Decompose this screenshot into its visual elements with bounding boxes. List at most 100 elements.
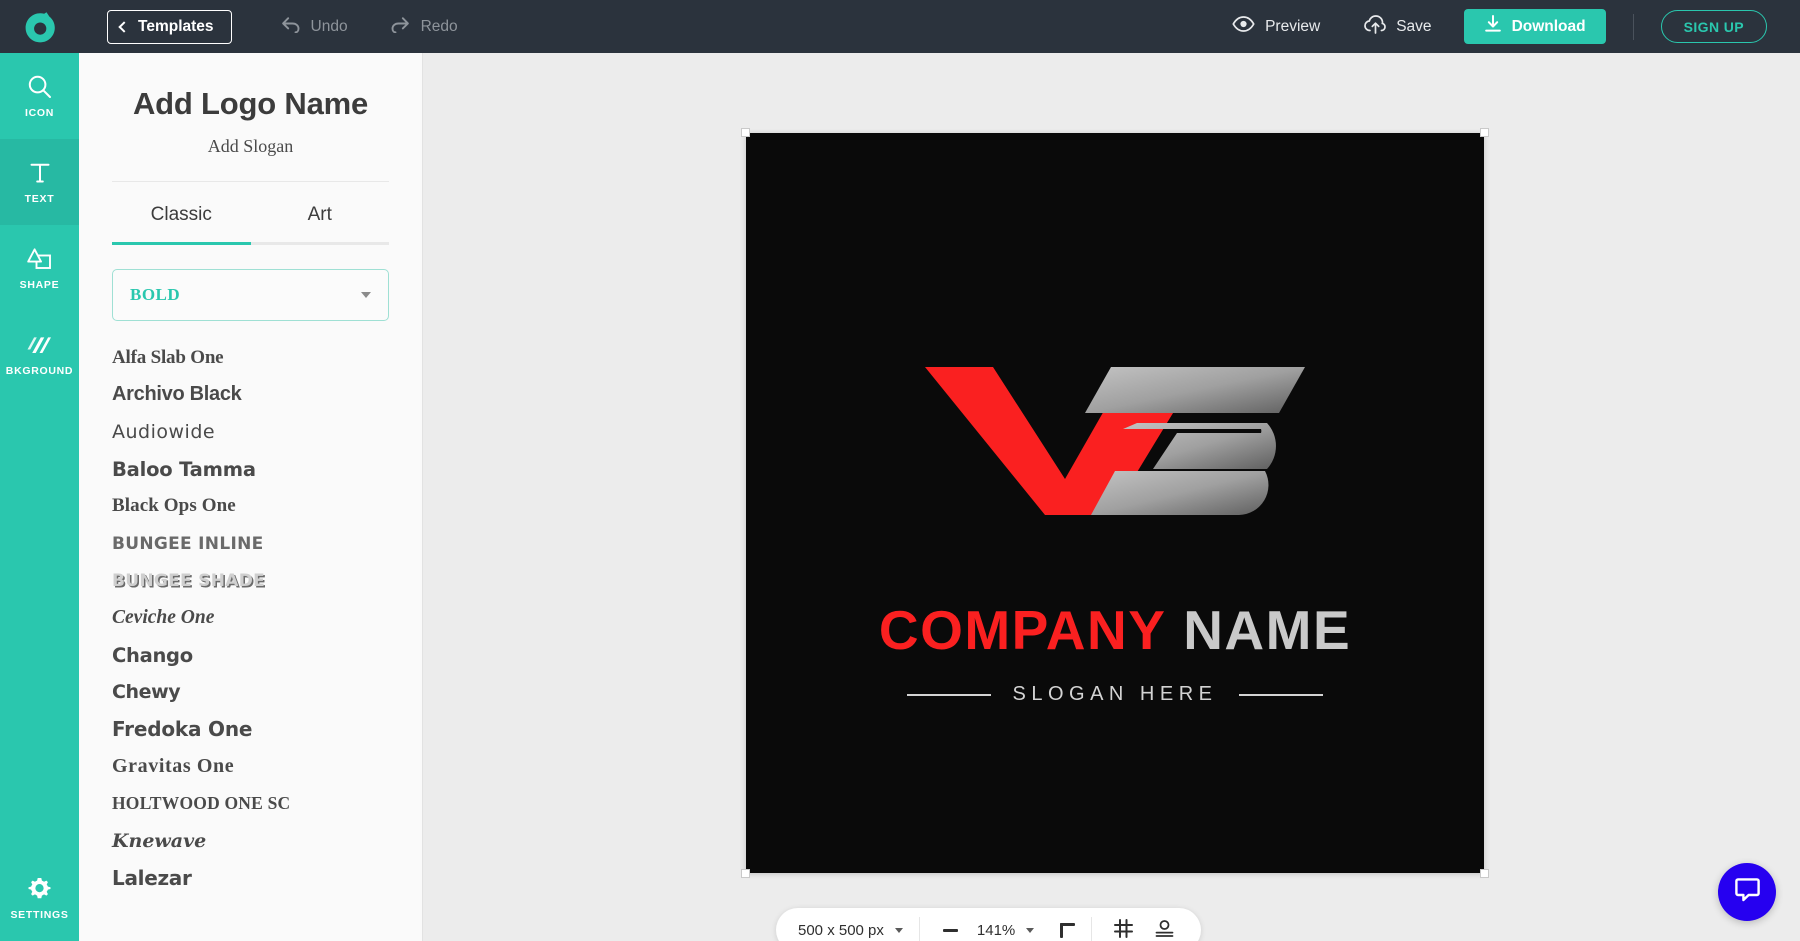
gear-icon [27, 876, 52, 902]
cloud-upload-icon [1364, 14, 1387, 39]
canvas-wrapper[interactable]: COMPANY NAME SLOGAN HERE [741, 128, 1489, 878]
panel-tabs: Classic Art [112, 182, 389, 242]
redo-button[interactable]: Redo [390, 16, 458, 38]
font-list[interactable]: Alfa Slab One Archivo Black Audiowide Baloo… [79, 339, 422, 899]
chevron-down-icon [361, 292, 371, 298]
slogan-text: SLOGAN HERE [1012, 683, 1218, 705]
toolbar-divider [1632, 13, 1634, 40]
canvas-bottom-toolbar: 500 x 500 px 141% [776, 908, 1202, 941]
sidebar-item-settings[interactable]: SETTINGS [0, 855, 79, 941]
company-name-part1: COMPANY [878, 599, 1167, 661]
vs-monogram[interactable] [915, 361, 1315, 521]
font-list-item[interactable]: Archivo Black [112, 376, 422, 413]
logo-slogan-field[interactable]: Add Slogan [79, 136, 422, 157]
font-list-item[interactable]: HOLTWOOD ONE SC [112, 785, 422, 822]
view-controls [1092, 908, 1195, 941]
top-toolbar: Templates Undo Redo Preview Save Downloa… [0, 0, 1800, 53]
logo-canvas[interactable]: COMPANY NAME SLOGAN HERE [746, 133, 1484, 873]
font-list-item[interactable]: Gravitas One [112, 748, 422, 785]
redo-icon [390, 16, 411, 38]
tab-art[interactable]: Art [251, 182, 390, 242]
tab-classic[interactable]: Classic [112, 182, 251, 242]
shapes-icon [27, 246, 52, 272]
left-rail: ICON TEXT SHAPE BKGROUND SETTINGS [0, 53, 79, 941]
save-button[interactable]: Save [1364, 14, 1432, 39]
logo-name-field[interactable]: Add Logo Name [79, 86, 422, 122]
sidebar-item-text-label: TEXT [24, 192, 55, 205]
zoom-chevron-down-icon[interactable] [1026, 927, 1035, 933]
workspace: COMPANY NAME SLOGAN HERE 500 x 500 px 14… [423, 53, 1800, 941]
font-style-select[interactable]: BOLD [112, 269, 389, 321]
sidebar-item-bkground-label: BKGROUND [5, 364, 74, 377]
resize-handle-top-left[interactable] [741, 128, 750, 137]
chat-support-button[interactable] [1718, 863, 1776, 921]
undo-label: Undo [310, 17, 348, 35]
font-list-item[interactable]: Fredoka One [112, 711, 422, 748]
font-list-item[interactable]: Alfa Slab One [112, 339, 422, 376]
templates-button-label: Templates [138, 17, 214, 35]
font-list-item[interactable]: Ceviche One [112, 599, 422, 636]
hatch-icon [27, 332, 52, 358]
font-list-item[interactable]: Chango [112, 637, 422, 674]
chevron-left-icon [118, 20, 130, 33]
sidebar-item-settings-label: SETTINGS [10, 908, 69, 921]
text-panel: Add Logo Name Add Slogan Classic Art BOL… [79, 53, 423, 941]
slogan-rule-right [1239, 693, 1324, 696]
font-list-item[interactable]: Black Ops One [112, 488, 422, 525]
sidebar-item-icon[interactable]: ICON [0, 53, 79, 139]
font-list-item[interactable]: Lily Script One [112, 897, 422, 899]
slogan-row[interactable]: SLOGAN HERE [746, 683, 1484, 706]
slogan-rule-left [906, 693, 991, 696]
app-root: Templates Undo Redo Preview Save Downloa… [0, 0, 1800, 941]
plus-icon [1053, 922, 1076, 938]
download-label: Download [1511, 17, 1586, 35]
text-t-icon [28, 160, 52, 186]
download-icon [1484, 15, 1502, 38]
canvas-size-value: 500 x 500 px [798, 921, 884, 939]
font-list-item[interactable]: Audiowide [112, 413, 422, 450]
sidebar-item-shape[interactable]: SHAPE [0, 225, 79, 311]
save-label: Save [1396, 17, 1432, 35]
rail-bottom-group: SETTINGS [0, 855, 79, 941]
undo-button[interactable]: Undo [280, 16, 348, 38]
sidebar-item-icon-label: ICON [24, 106, 55, 119]
zoom-in-button[interactable] [1045, 915, 1076, 941]
app-logo-icon[interactable] [0, 0, 79, 53]
preview-button[interactable]: Preview [1232, 16, 1320, 37]
download-button[interactable]: Download [1463, 9, 1606, 44]
redo-label: Redo [420, 17, 458, 35]
sidebar-item-shape-label: SHAPE [19, 278, 60, 291]
zoom-out-button[interactable] [936, 915, 966, 941]
eye-icon [1232, 16, 1255, 37]
zoom-value: 141% [976, 921, 1016, 939]
font-style-value: BOLD [130, 285, 181, 304]
grid-toggle-button[interactable] [1108, 915, 1138, 941]
sidebar-item-bkground[interactable]: BKGROUND [0, 311, 79, 397]
align-bottom-icon [1155, 919, 1174, 941]
sidebar-item-text[interactable]: TEXT [0, 139, 79, 225]
font-list-item[interactable]: Baloo Tamma [112, 451, 422, 488]
zoom-controls: 141% [920, 908, 1091, 941]
minus-icon [943, 928, 959, 932]
grid-icon [1113, 919, 1133, 941]
resize-handle-bottom-left[interactable] [741, 869, 750, 878]
font-list-item[interactable]: Chewy [112, 674, 422, 711]
undo-icon [280, 16, 301, 38]
company-name-part2: NAME [1183, 599, 1352, 661]
preview-label: Preview [1265, 17, 1321, 35]
tabs-track [112, 242, 389, 245]
company-name-text[interactable]: COMPANY NAME [746, 603, 1484, 658]
align-bottom-button[interactable] [1149, 915, 1179, 941]
signup-button[interactable]: SIGN UP [1660, 10, 1767, 43]
font-list-item[interactable]: BUNGEE INLINE [112, 525, 422, 562]
templates-button[interactable]: Templates [107, 9, 232, 44]
search-icon [27, 74, 52, 100]
font-list-item[interactable]: Knewave [112, 822, 422, 859]
canvas-size-select[interactable]: 500 x 500 px [782, 908, 919, 941]
font-list-item[interactable]: Lalezar [112, 860, 422, 897]
resize-handle-top-right[interactable] [1480, 128, 1489, 137]
font-list-item[interactable]: BUNGEE SHADE [112, 562, 422, 599]
resize-handle-bottom-right[interactable] [1480, 869, 1489, 878]
chat-bubble-icon [1734, 876, 1761, 908]
chevron-down-icon [894, 927, 903, 933]
